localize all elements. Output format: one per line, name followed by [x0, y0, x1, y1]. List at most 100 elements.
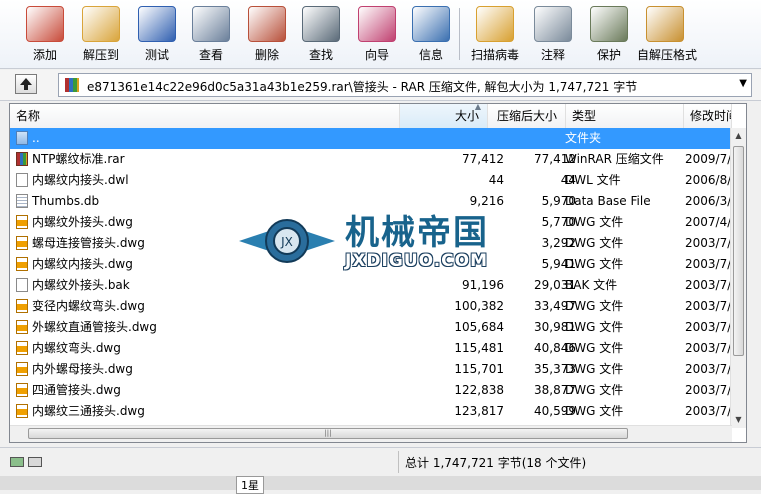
find-icon	[302, 6, 340, 42]
toolbar-button-delete[interactable]: 删除	[239, 4, 295, 64]
file-packed-cell	[488, 128, 576, 149]
scroll-up-arrow-icon[interactable]: ▲	[731, 128, 746, 144]
file-name: 内螺纹外接头.dwg	[32, 215, 133, 229]
column-header-type[interactable]: 类型	[566, 104, 684, 128]
toolbar-button-label: 添加	[32, 48, 57, 62]
toolbar-button-protect[interactable]: 保护	[581, 4, 637, 64]
file-name-cell: 内螺纹三通接头.dwg	[16, 401, 396, 422]
delete-icon	[248, 6, 286, 42]
vertical-scroll-thumb[interactable]	[733, 146, 744, 356]
horizontal-scroll-thumb[interactable]: |||	[28, 428, 628, 439]
toolbar-button-label: 信息	[418, 48, 443, 62]
toolbar-button-virus-scan[interactable]: 扫描病毒	[467, 4, 523, 64]
file-row[interactable]: 四通管接头.dwg 122,838 38,877 DWG 文件 2003/7/1	[10, 380, 735, 401]
file-row[interactable]: 内螺纹弯头.dwg 115,481 40,846 DWG 文件 2003/7/1	[10, 338, 735, 359]
info-icon	[412, 6, 450, 42]
file-row[interactable]: 内外螺母接头.dwg 115,701 35,373 DWG 文件 2003/7/1	[10, 359, 735, 380]
file-name: 四通管接头.dwg	[32, 383, 121, 397]
file-packed-cell: 33,497	[534, 299, 576, 313]
toolbar: 添加 解压到 测试 查看 删除 查找 向导 信息 扫描病毒 注释 保护 自解压格式	[0, 0, 761, 69]
dwg-file-icon	[16, 215, 28, 229]
folder-file-icon	[16, 131, 28, 145]
up-one-level-button[interactable]	[15, 74, 37, 94]
rar-archive-icon	[65, 78, 79, 92]
file-name: NTP螺纹标准.rar	[32, 152, 125, 166]
toolbar-button-label: 查看	[198, 48, 223, 62]
taskbar-text: 1星	[236, 476, 264, 494]
add-archive-icon	[26, 6, 64, 42]
address-path-field[interactable]: e871361e14c22e96d0c5a31a43b1e259.rar\管接头…	[58, 73, 752, 97]
sfx-icon	[646, 6, 684, 42]
rar-file-icon	[16, 152, 28, 166]
address-path-text: e871361e14c22e96d0c5a31a43b1e259.rar\管接头…	[87, 80, 638, 94]
vertical-scrollbar[interactable]: ▲ ▼	[730, 128, 746, 428]
scroll-down-arrow-icon[interactable]: ▼	[731, 412, 746, 428]
column-header-name[interactable]: 名称	[10, 104, 400, 128]
file-modified-cell: 2006/8/1	[685, 173, 735, 187]
file-packed-cell: 40,599	[534, 404, 576, 418]
file-type-cell: DWG 文件	[565, 215, 624, 229]
toolbar-button-info[interactable]: 信息	[403, 4, 459, 64]
view-icon	[192, 6, 230, 42]
file-row[interactable]: 内螺纹三通接头.dwg 123,817 40,599 DWG 文件 2003/7/1	[10, 401, 735, 422]
toolbar-button-label: 扫描病毒	[470, 48, 519, 62]
toolbar-button-sfx[interactable]: 自解压格式	[637, 4, 698, 64]
file-row[interactable]: 外螺纹直通管接头.dwg 105,684 30,981 DWG 文件 2003/7/1	[10, 317, 735, 338]
horizontal-scrollbar[interactable]: |||	[10, 425, 732, 442]
toolbar-divider	[459, 8, 460, 60]
file-type-cell: DWG 文件	[565, 383, 624, 397]
column-header-packed[interactable]: 压缩后大小	[488, 104, 566, 128]
file-name: 外螺纹直通管接头.dwg	[32, 320, 157, 334]
file-name: ..	[32, 131, 40, 145]
drive-icon[interactable]	[10, 457, 24, 467]
file-name: 内螺纹弯头.dwg	[32, 341, 121, 355]
file-name-cell: 外螺纹直通管接头.dwg	[16, 317, 396, 338]
toolbar-button-view[interactable]: 查看	[183, 4, 239, 64]
file-packed-cell: 30,981	[534, 320, 576, 334]
toolbar-button-label: 向导	[364, 48, 389, 62]
toolbar-button-label: 删除	[254, 48, 279, 62]
file-row[interactable]: .. 文件夹	[10, 128, 732, 149]
file-file-icon	[16, 278, 28, 292]
extract-to-icon	[82, 6, 120, 42]
toolbar-button-label: 查找	[308, 48, 333, 62]
file-type-cell: DWG 文件	[565, 362, 624, 376]
file-modified-cell: 2006/3/2	[685, 194, 735, 208]
toolbar-button-add-archive[interactable]: 添加	[17, 4, 73, 64]
file-packed-cell: 44	[560, 173, 576, 187]
column-header-size[interactable]: ▲ 大小	[400, 104, 488, 128]
wizard-icon	[358, 6, 396, 42]
file-row[interactable]: 内螺纹内接头.dwl 44 44 DWL 文件 2006/8/1	[10, 170, 735, 191]
file-modified-cell: 2003/7/1	[685, 257, 735, 271]
up-arrow-icon	[20, 78, 32, 90]
toolbar-button-extract-to[interactable]: 解压到	[73, 4, 129, 64]
file-type-cell: DWG 文件	[565, 320, 624, 334]
dwg-file-icon	[16, 341, 28, 355]
file-file-icon	[16, 173, 28, 187]
address-bar: e871361e14c22e96d0c5a31a43b1e259.rar\管接头…	[0, 70, 761, 101]
file-modified-cell: 2003/7/1	[685, 299, 735, 313]
file-modified-cell: 2003/7/1	[685, 362, 735, 376]
winged-gear-logo-icon: JX	[239, 219, 335, 263]
toolbar-button-test[interactable]: 测试	[129, 4, 185, 64]
file-row[interactable]: NTP螺纹标准.rar 77,412 77,412 WinRAR 压缩文件 2009/7…	[10, 149, 735, 170]
file-row[interactable]: 变径内螺纹弯头.dwg 100,382 33,497 DWG 文件 2003/7/1	[10, 296, 735, 317]
toolbar-button-comment[interactable]: 注释	[525, 4, 581, 64]
file-name: Thumbs.db	[32, 194, 100, 208]
chevron-down-icon[interactable]: ▼	[739, 78, 747, 89]
file-name: 内螺纹外接头.bak	[32, 278, 130, 292]
comment-icon	[534, 6, 572, 42]
file-name-cell: 内螺纹内接头.dwl	[16, 170, 396, 191]
file-modified-cell: 2003/7/1	[685, 320, 735, 334]
test-icon	[138, 6, 176, 42]
toolbar-button-label: 保护	[596, 48, 621, 62]
column-header-modified[interactable]: 修改时间	[684, 104, 732, 128]
file-modified-cell: 2003/7/1	[685, 383, 735, 397]
file-packed-cell: 77,412	[534, 152, 576, 166]
dwg-file-icon	[16, 299, 28, 313]
file-type-cell: DWG 文件	[565, 299, 624, 313]
toolbar-button-find[interactable]: 查找	[293, 4, 349, 64]
toolbar-button-label: 自解压格式	[637, 48, 698, 62]
key-icon[interactable]	[28, 457, 42, 467]
toolbar-button-wizard[interactable]: 向导	[349, 4, 405, 64]
